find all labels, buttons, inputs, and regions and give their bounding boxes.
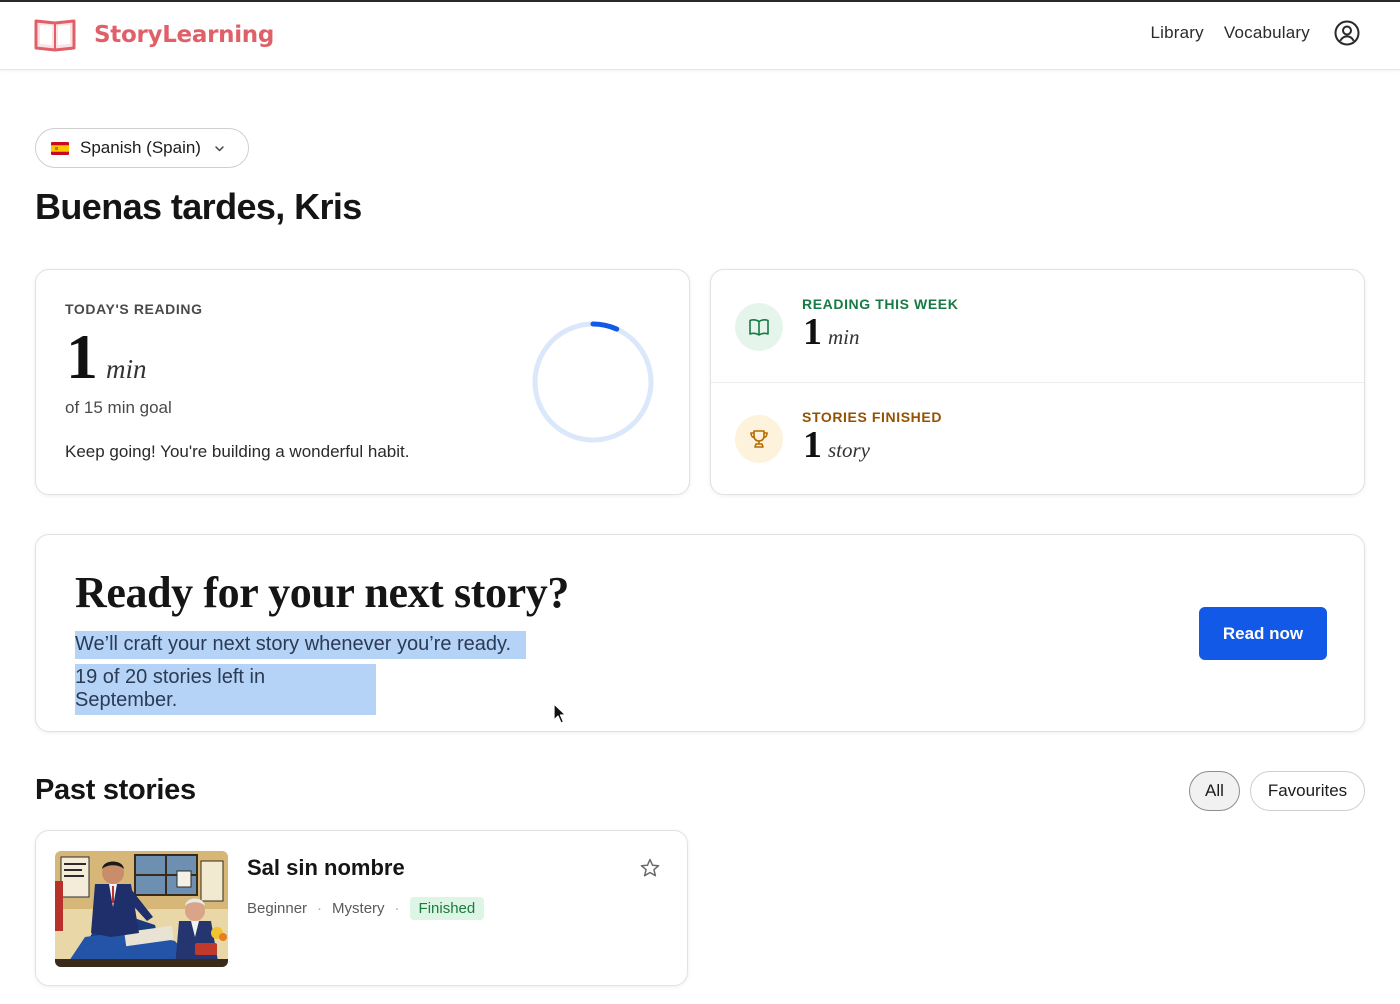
favourite-star-icon[interactable] [639,857,661,879]
read-now-button[interactable]: Read now [1199,607,1327,660]
next-story-title: Ready for your next story? [75,568,569,617]
story-level: Beginner [247,900,308,917]
brand-home-link[interactable]: StoryLearning [34,18,274,52]
filter-all-button[interactable]: All [1189,771,1240,811]
greeting-heading: Buenas tardes, Kris [35,186,362,227]
goal-progress-ring [532,321,654,443]
nav-library-link[interactable]: Library [1151,23,1204,43]
stories-finished-stat: 1 story [803,423,870,467]
story-title[interactable]: Sal sin nombre [247,855,405,881]
reading-stats-card: READING THIS WEEK 1 min STORIES FINISHED… [710,269,1365,495]
book-logo-icon [34,19,76,52]
stories-finished-row: STORIES FINISHED 1 story [711,383,1364,496]
main-nav: Library Vocabulary [1151,20,1361,46]
user-circle-icon[interactable] [1334,20,1360,46]
stories-finished-unit: story [828,438,870,462]
stories-remaining-text: 19 of 20 stories left in September. [75,664,376,715]
next-story-card: Ready for your next story? We’ll craft y… [35,534,1365,732]
story-cover-image[interactable] [55,851,228,967]
filter-favourites-button[interactable]: Favourites [1250,771,1365,811]
open-book-icon [735,303,783,351]
story-card[interactable]: Sal sin nombre Beginner · Mystery · Fini… [35,830,688,986]
todays-reading-stat: 1 min [66,320,147,394]
brand-name: StoryLearning [94,22,275,48]
reading-this-week-unit: min [828,325,860,349]
top-navbar: StoryLearning Library Vocabulary [0,2,1400,70]
todays-reading-unit: min [106,354,147,384]
meta-separator: · [394,900,400,917]
nav-vocabulary-link[interactable]: Vocabulary [1224,23,1310,43]
story-status-badge: Finished [409,897,485,920]
todays-reading-card: TODAY'S READING 1 min of 15 min goal Kee… [35,269,690,495]
language-selector[interactable]: Spanish (Spain) [35,128,249,168]
next-story-description: We’ll craft your next story whenever you… [75,631,526,659]
reading-goal-text: of 15 min goal [65,398,172,417]
spain-flag-icon [51,141,69,155]
reading-this-week-stat: 1 min [803,310,860,354]
encouragement-text: Keep going! You're building a wonderful … [65,442,410,461]
mouse-pointer-icon [553,703,566,724]
meta-separator: · [317,900,323,917]
chevron-down-icon [215,145,224,151]
stories-finished-value: 1 [803,424,822,466]
language-label: Spanish (Spain) [80,138,201,157]
todays-reading-label: TODAY'S READING [65,301,203,317]
past-stories-heading: Past stories [35,774,196,806]
story-genre: Mystery [332,900,385,917]
trophy-icon [735,415,783,463]
reading-this-week-row: READING THIS WEEK 1 min [711,270,1364,383]
story-meta: Beginner · Mystery · Finished [247,897,485,920]
reading-this-week-value: 1 [803,311,822,353]
story-filter-group: All Favourites [1189,771,1365,811]
todays-reading-value: 1 [66,321,98,392]
